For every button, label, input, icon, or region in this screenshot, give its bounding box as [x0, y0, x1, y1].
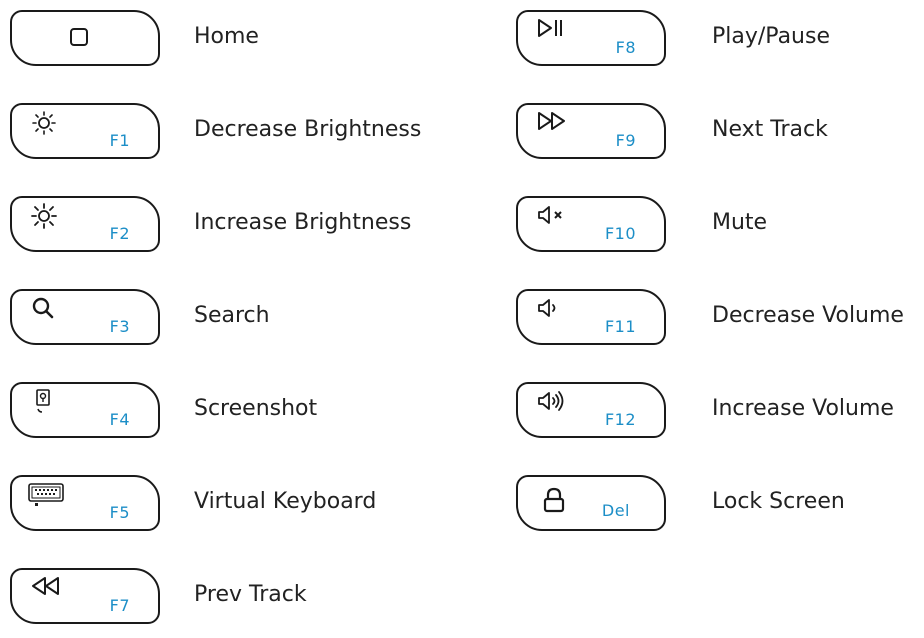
key-row-screenshot: F4 Screenshot [10, 378, 430, 446]
f8-key[interactable]: F8 [516, 10, 666, 66]
key-row-decrease-volume: F11 Decrease Volume [516, 285, 920, 353]
key-label: Decrease Volume [712, 303, 904, 328]
key-label: Next Track [712, 117, 828, 142]
prev-track-icon [30, 575, 62, 601]
screenshot-icon [30, 389, 58, 415]
f3-key[interactable]: F3 [10, 289, 160, 345]
key-row-search: F3 Search [10, 285, 430, 353]
f5-key[interactable]: F5 [10, 475, 160, 531]
key-row-decrease-brightness: F1 Decrease Brightness [10, 99, 430, 167]
fn-label: F8 [615, 38, 636, 57]
f7-key[interactable]: F7 [10, 568, 160, 624]
lock-icon [540, 487, 568, 513]
key-label: Increase Brightness [194, 210, 412, 235]
fn-label: F4 [109, 410, 130, 429]
key-row-prev-track: F7 Prev Track [10, 564, 430, 632]
fn-label: Del [601, 501, 630, 520]
key-row-home: Home [10, 6, 430, 74]
key-row-mute: F10 Mute [516, 192, 920, 260]
del-key[interactable]: Del [516, 475, 666, 531]
fn-label: F12 [604, 410, 636, 429]
fn-label: F1 [109, 131, 130, 150]
home-square-icon [65, 24, 93, 50]
fn-label: F10 [604, 224, 636, 243]
f4-key[interactable]: F4 [10, 382, 160, 438]
key-label: Prev Track [194, 582, 307, 607]
keyboard-icon [28, 482, 64, 508]
key-label: Mute [712, 210, 768, 235]
volume-down-icon [536, 296, 566, 322]
key-label: Play/Pause [712, 24, 830, 49]
next-track-icon [536, 110, 568, 136]
key-label: Search [194, 303, 270, 328]
fn-label: F5 [109, 503, 130, 522]
volume-up-icon [536, 389, 570, 415]
brightness-low-icon [30, 110, 58, 136]
key-label: Lock Screen [712, 489, 845, 514]
fn-label: F9 [615, 131, 636, 150]
key-label: Virtual Keyboard [194, 489, 377, 514]
fn-label: F11 [604, 317, 636, 336]
f12-key[interactable]: F12 [516, 382, 666, 438]
key-label: Increase Volume [712, 396, 894, 421]
fn-label: F2 [109, 224, 130, 243]
f10-key[interactable]: F10 [516, 196, 666, 252]
f11-key[interactable]: F11 [516, 289, 666, 345]
search-icon [30, 296, 58, 322]
home-key[interactable] [10, 10, 160, 66]
key-row-virtual-keyboard: F5 Virtual Keyboard [10, 471, 430, 539]
f1-key[interactable]: F1 [10, 103, 160, 159]
key-label: Decrease Brightness [194, 117, 422, 142]
mute-icon [536, 203, 570, 229]
key-label: Screenshot [194, 396, 318, 421]
brightness-high-icon [30, 203, 58, 229]
fn-label: F3 [109, 317, 130, 336]
fn-label: F7 [109, 596, 130, 615]
f9-key[interactable]: F9 [516, 103, 666, 159]
key-row-next-track: F9 Next Track [516, 99, 920, 167]
key-row-increase-volume: F12 Increase Volume [516, 378, 920, 446]
key-row-lock-screen: Del Lock Screen [516, 471, 920, 539]
key-row-increase-brightness: F2 Increase Brightness [10, 192, 430, 260]
play-pause-icon [536, 17, 568, 43]
f2-key[interactable]: F2 [10, 196, 160, 252]
key-label: Home [194, 24, 259, 49]
key-row-play-pause: F8 Play/Pause [516, 6, 920, 74]
